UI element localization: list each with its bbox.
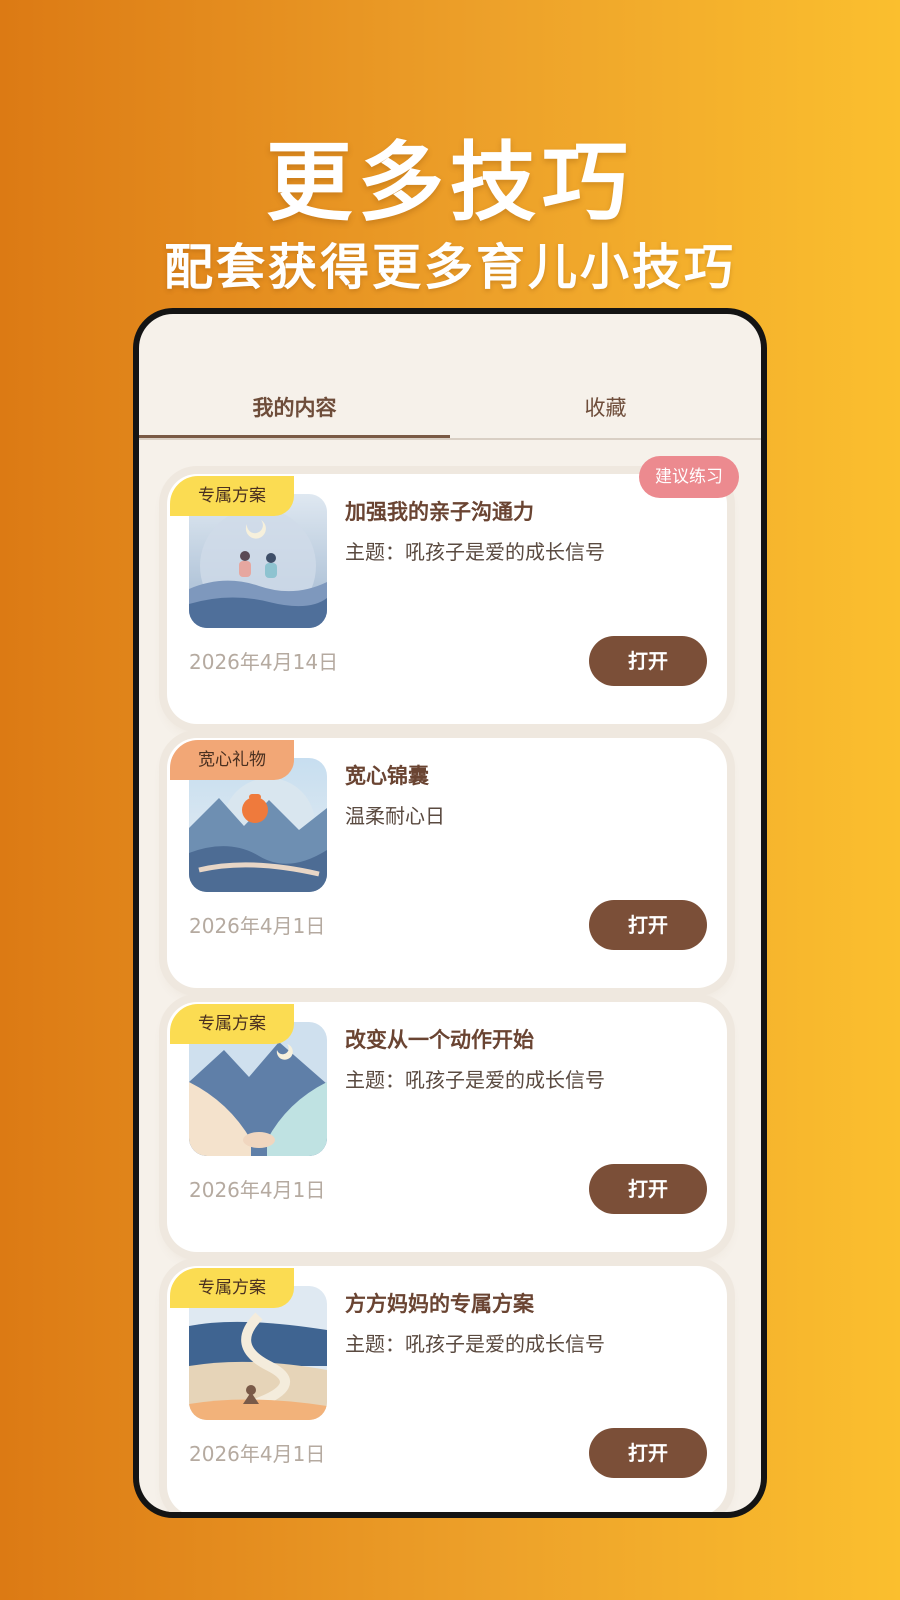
card-title: 方方妈妈的专属方案 xyxy=(345,1292,534,1316)
card-tag: 专属方案 xyxy=(170,476,294,516)
promo-headline: 更多技巧 xyxy=(266,133,634,233)
content-card[interactable]: 专属方案 改变从一个动作开始 主题：吼孩子是爱的成长信号 2026年4月1日 打… xyxy=(167,1002,727,1252)
promo-subheadline: 配套获得更多育儿小技巧 xyxy=(163,239,736,296)
content-card[interactable]: 专属方案 加强我的亲子沟通力 主题：吼孩子是爱的成长信号 2026年4月14日 … xyxy=(167,456,739,724)
card-tag: 专属方案 xyxy=(170,1268,294,1308)
card-subtitle: 温柔耐心日 xyxy=(345,804,445,828)
tab-favorites[interactable]: 收藏 xyxy=(450,382,761,438)
card-date: 2026年4月14日 xyxy=(189,650,339,674)
open-button[interactable]: 打开 xyxy=(589,900,707,950)
content-card[interactable]: 专属方案 方方妈妈的专属方案 主题：吼孩子是爱的成长信号 2026年4月1日 打… xyxy=(167,1266,727,1512)
card-date: 2026年4月1日 xyxy=(189,1442,326,1466)
card-title: 宽心锦囊 xyxy=(345,764,429,788)
open-button[interactable]: 打开 xyxy=(589,1428,707,1478)
tab-my-content[interactable]: 我的内容 xyxy=(139,382,450,438)
open-button[interactable]: 打开 xyxy=(589,1164,707,1214)
app-screen: 我的内容 收藏 专属方案 加强我的亲子沟通力 主题：吼孩子是爱的成长信号 202… xyxy=(139,314,761,1512)
phone-frame: 我的内容 收藏 专属方案 加强我的亲子沟通力 主题：吼孩子是爱的成长信号 202… xyxy=(133,308,767,1518)
card-title: 改变从一个动作开始 xyxy=(345,1028,534,1052)
card-subtitle: 主题：吼孩子是爱的成长信号 xyxy=(345,540,605,564)
open-button[interactable]: 打开 xyxy=(589,636,707,686)
content-card[interactable]: 宽心礼物 宽心锦囊 温柔耐心日 2026年4月1日 打开 xyxy=(167,738,727,988)
card-date: 2026年4月1日 xyxy=(189,914,326,938)
card-tag: 宽心礼物 xyxy=(170,740,294,780)
card-title: 加强我的亲子沟通力 xyxy=(345,500,534,524)
suggested-practice-badge: 建议练习 xyxy=(639,456,739,498)
tab-bar: 我的内容 收藏 xyxy=(139,382,761,440)
card-tag: 专属方案 xyxy=(170,1004,294,1044)
card-date: 2026年4月1日 xyxy=(189,1178,326,1202)
card-subtitle: 主题：吼孩子是爱的成长信号 xyxy=(345,1332,605,1356)
card-subtitle: 主题：吼孩子是爱的成长信号 xyxy=(345,1068,605,1092)
